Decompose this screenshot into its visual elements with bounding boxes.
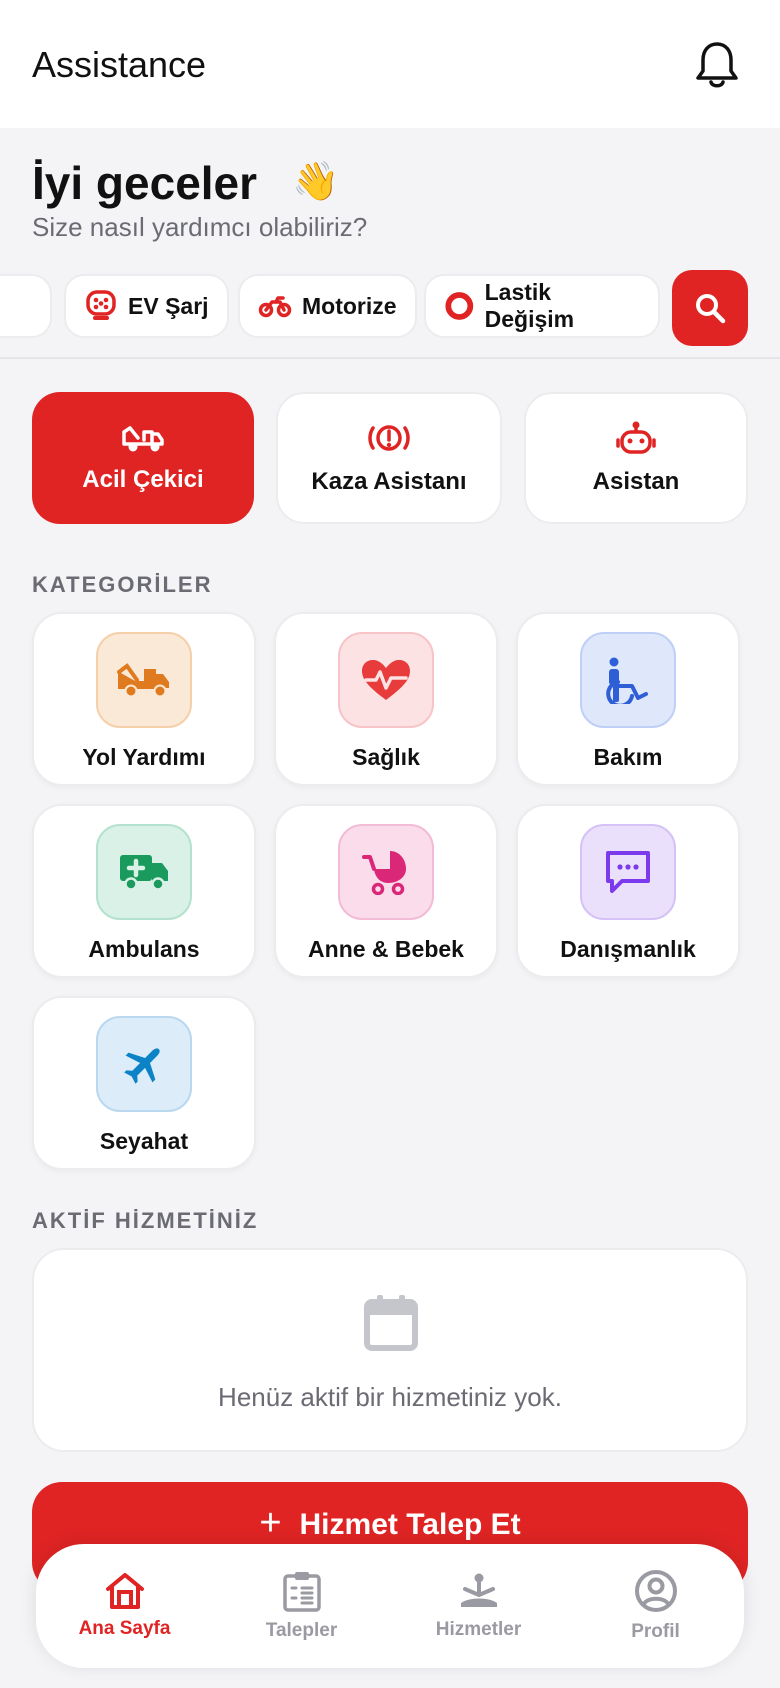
quick-kaza-asistani-button[interactable]: Kaza Asistanı — [276, 392, 502, 524]
category-tile — [96, 824, 192, 920]
category-label: Ambulans — [88, 936, 200, 962]
bottom-nav: Ana Sayfa Talepler Hizmetler Profil — [36, 1544, 744, 1668]
category-label: Sağlık — [352, 744, 420, 770]
category-label: Seyahat — [99, 1128, 189, 1154]
chip-partial[interactable] — [0, 274, 52, 338]
wheelchair-icon — [606, 657, 648, 704]
chip-lastik[interactable]: Lastik Değişim — [424, 274, 660, 338]
chip-motorize[interactable]: Motorize — [238, 274, 417, 338]
nav-label: Ana Sayfa — [78, 1618, 171, 1639]
tow-truck-icon — [117, 663, 169, 698]
search-button[interactable] — [672, 270, 748, 346]
category-seyahat[interactable]: Seyahat — [32, 996, 256, 1170]
wave-emoji: 👋 — [292, 161, 340, 203]
quick-acil-cekici-button[interactable]: Acil Çekici — [32, 392, 254, 524]
category-label: Danışmanlık — [560, 936, 696, 962]
chip-label: Lastik Değişim — [484, 279, 575, 332]
nav-item-hizmetler[interactable]: Hizmetler — [390, 1544, 567, 1668]
greeting-subtitle: Size nasıl yardımcı olabiliriz? — [32, 212, 368, 242]
category-saglik[interactable]: Sağlık — [274, 612, 498, 786]
calendar-icon — [364, 1295, 418, 1351]
chip-label: Motorize — [302, 292, 397, 319]
category-label: Yol Yardımı — [82, 744, 206, 770]
active-service-card: Henüz aktif bir hizmetiniz yok. — [32, 1248, 748, 1452]
heartbeat-icon — [362, 660, 410, 700]
category-label: Anne & Bebek — [308, 936, 464, 962]
clipboard-icon — [282, 1572, 321, 1612]
category-ambulans[interactable]: Ambulans — [32, 804, 256, 978]
divider — [0, 357, 780, 359]
chip-label: EV Şarj — [128, 292, 209, 319]
home-icon — [105, 1573, 144, 1609]
tow-truck-icon — [122, 426, 164, 452]
top-bar: Assistance — [0, 0, 780, 128]
search-icon — [696, 294, 726, 324]
quick-action-label: Asistan — [592, 468, 680, 495]
ev-charger-icon — [86, 290, 116, 320]
alert-icon — [368, 425, 410, 451]
motorcycle-icon — [258, 296, 292, 318]
quick-asistan-button[interactable]: Asistan — [524, 392, 748, 524]
category-tile — [96, 1016, 192, 1112]
category-tile — [580, 632, 676, 728]
nav-label: Hizmetler — [435, 1619, 522, 1640]
category-bakim[interactable]: Bakım — [516, 612, 740, 786]
airplane-icon — [124, 1048, 160, 1084]
app-title: Assistance — [32, 44, 207, 85]
greeting-title: İyi geceler — [32, 157, 258, 209]
nav-item-talepler[interactable]: Talepler — [213, 1544, 390, 1668]
services-icon — [460, 1573, 497, 1607]
chat-icon — [606, 851, 650, 893]
category-danismanlik[interactable]: Danışmanlık — [516, 804, 740, 978]
category-anne-bebek[interactable]: Anne & Bebek — [274, 804, 498, 978]
tire-icon — [445, 292, 474, 320]
categories-title: KATEGORİLER — [32, 572, 213, 597]
bell-icon[interactable] — [694, 40, 740, 90]
service-chips: EV Şarj Motorize Lastik Değişim — [0, 270, 780, 346]
nav-label: Talepler — [265, 1620, 338, 1641]
nav-item-ana-sayfa[interactable]: Ana Sayfa — [36, 1544, 213, 1668]
category-yol-yardimi[interactable]: Yol Yardımı — [32, 612, 256, 786]
category-tile — [338, 632, 434, 728]
ambulance-icon — [120, 855, 168, 891]
robot-icon — [616, 421, 656, 454]
quick-action-label: Kaza Asistanı — [311, 468, 467, 495]
nav-label: Profil — [631, 1621, 680, 1642]
category-tile — [96, 632, 192, 728]
nav-item-profil[interactable]: Profil — [567, 1544, 744, 1668]
quick-action-label: Acil Çekici — [82, 466, 204, 493]
profile-icon — [634, 1570, 677, 1612]
active-service-title: AKTİF HİZMETİNİZ — [32, 1208, 259, 1233]
category-tile — [580, 824, 676, 920]
category-label: Bakım — [593, 744, 663, 770]
category-tile — [338, 824, 434, 920]
stroller-icon — [362, 851, 406, 895]
chip-ev-sarj[interactable]: EV Şarj — [64, 274, 229, 338]
empty-state-text: Henüz aktif bir hizmetiniz yok. — [218, 1382, 562, 1412]
